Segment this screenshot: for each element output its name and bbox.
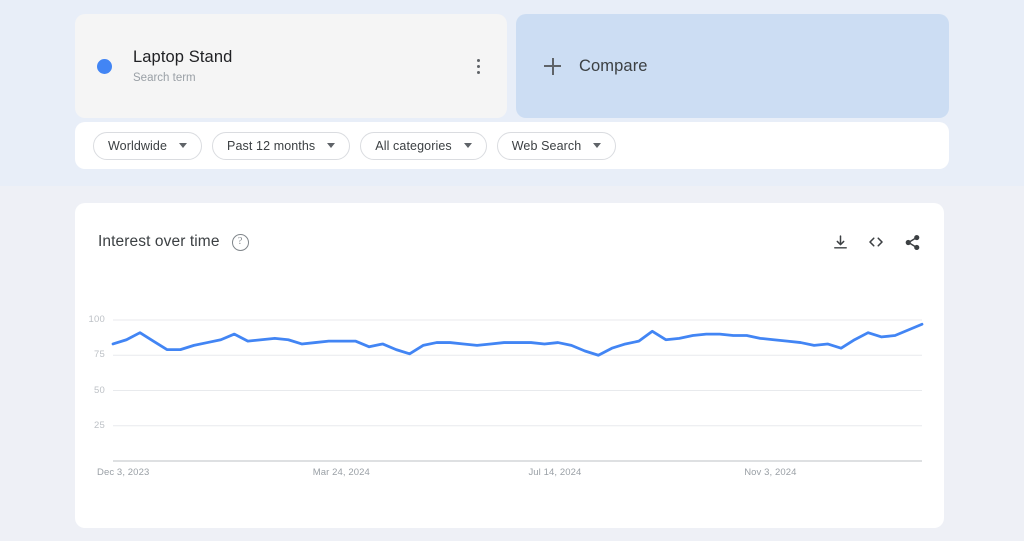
time-range-filter-label: Past 12 months xyxy=(227,138,316,153)
y-axis-tick-label: 100 xyxy=(88,314,105,325)
y-axis-tick-label: 50 xyxy=(94,384,105,396)
y-axis-tick-label: 75 xyxy=(94,349,105,361)
chart-svg xyxy=(111,319,924,462)
search-term-subtitle: Search term xyxy=(133,72,196,84)
series-line xyxy=(111,322,924,357)
series-color-dot xyxy=(97,58,112,74)
location-filter[interactable]: Worldwide xyxy=(93,131,203,160)
search-type-filter-label: Web Search xyxy=(511,138,582,153)
x-axis-tick-label: Jul 14, 2024 xyxy=(528,467,582,478)
kebab-dot xyxy=(476,58,480,62)
category-filter-label: All categories xyxy=(375,138,452,153)
compare-card[interactable]: Compare xyxy=(516,14,949,118)
search-type-filter[interactable]: Web Search xyxy=(496,131,617,160)
kebab-dot xyxy=(476,70,480,74)
kebab-dot xyxy=(476,64,480,68)
category-filter[interactable]: All categories xyxy=(360,131,487,160)
interest-over-time-card: Interest over time ? 100 75 50 25 Dec 3,… xyxy=(75,203,944,528)
chevron-down-icon xyxy=(327,143,336,148)
x-axis-tick-label: Nov 3, 2024 xyxy=(744,467,797,478)
x-axis-tick-label: Dec 3, 2023 xyxy=(97,467,150,478)
search-term-card[interactable]: Laptop Stand Search term xyxy=(75,14,507,118)
x-axis-tick-label: Mar 24, 2024 xyxy=(312,467,370,478)
filter-bar: Worldwide Past 12 months All categories … xyxy=(75,122,949,169)
search-term-title: Laptop Stand xyxy=(133,48,233,66)
chevron-down-icon xyxy=(179,143,188,148)
plus-icon xyxy=(544,57,561,75)
search-term-texts: Laptop Stand Search term xyxy=(133,47,467,85)
chevron-down-icon xyxy=(593,143,602,148)
line-chart-plot: 100 75 50 25 Dec 3, 2023 Mar 24, 2024 Jul 14,… xyxy=(75,203,944,528)
location-filter-label: Worldwide xyxy=(108,138,168,153)
y-axis-tick-label: 25 xyxy=(94,419,105,431)
compare-label: Compare xyxy=(579,56,648,75)
time-range-filter[interactable]: Past 12 months xyxy=(212,131,351,160)
chevron-down-icon xyxy=(463,143,472,148)
kebab-menu-icon[interactable] xyxy=(467,51,489,81)
search-terms-row: Laptop Stand Search term Compare xyxy=(75,14,949,118)
